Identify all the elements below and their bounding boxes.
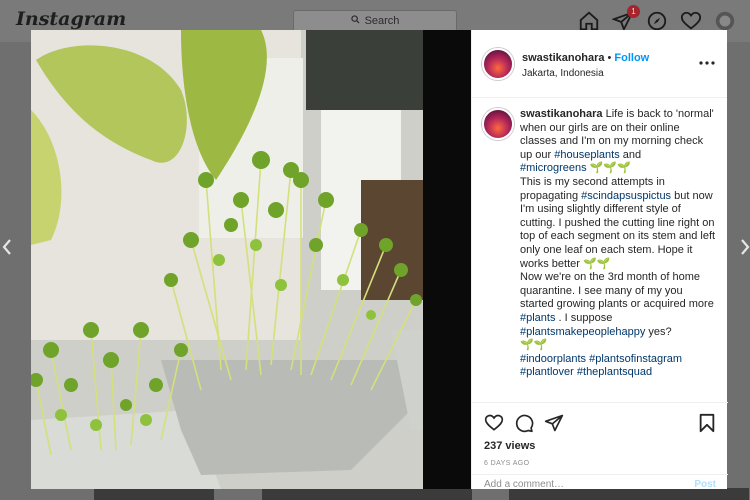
paper-plane-icon[interactable]: 1 <box>611 5 640 32</box>
post-author-info: swastikanohara • Follow Jakarta, Indonesia <box>522 48 649 79</box>
caption-text: and <box>619 148 642 161</box>
compass-icon[interactable] <box>646 10 668 32</box>
view-count[interactable]: 237 views <box>484 440 535 452</box>
hashtag-link[interactable]: #houseplants <box>554 149 619 161</box>
post-header: swastikanohara • Follow Jakarta, Indonesia <box>472 30 727 98</box>
search-input[interactable]: Search <box>293 10 457 32</box>
post-modal: swastikanohara • Follow Jakarta, Indonesia… <box>31 30 728 490</box>
feed-thumbnail <box>262 488 472 500</box>
post-comment-button[interactable]: Post <box>694 479 716 490</box>
caption-username[interactable]: swastikanohara <box>520 108 603 120</box>
avatar[interactable] <box>714 10 736 32</box>
search-placeholder: Search <box>364 15 400 27</box>
comment-bar: Add a comment… Post <box>472 474 728 490</box>
feed-thumbnail <box>94 488 214 500</box>
notification-badge: 1 <box>627 5 640 18</box>
avatar[interactable] <box>482 108 514 140</box>
comment-input[interactable]: Add a comment… <box>484 479 564 490</box>
caption-text: yes? <box>645 325 672 338</box>
instagram-logo[interactable]: Instagram <box>16 8 126 30</box>
hashtag-link[interactable]: #microgreens <box>520 162 587 174</box>
hashtag-link[interactable]: #indoorplants <box>520 353 586 365</box>
caption-text: . I suppose <box>555 311 613 324</box>
follow-button[interactable]: Follow <box>614 52 649 64</box>
search-icon <box>350 15 360 27</box>
post-actions <box>472 402 728 438</box>
paper-plane-icon[interactable] <box>544 413 564 438</box>
seedling-emoji: 🌱🌱🌱 <box>589 162 631 175</box>
post-details-panel: swastikanohara • Follow Jakarta, Indonesia… <box>471 30 728 490</box>
hashtag-link[interactable]: #scindapsuspictus <box>581 190 671 202</box>
chevron-left-icon[interactable] <box>2 238 12 262</box>
nav-icons: 1 <box>578 5 736 32</box>
hashtag-link[interactable]: #plantsofinstagram <box>589 353 682 365</box>
seedling-emoji: 🌱🌱 <box>582 257 611 270</box>
hashtag-link[interactable]: #plantsmakepeoplehappy <box>520 326 645 338</box>
hashtag-link[interactable]: #plantlover <box>520 366 574 378</box>
separator-dot: • <box>607 52 612 64</box>
hashtag-link[interactable]: #plants <box>520 312 555 324</box>
post-photo[interactable] <box>31 30 471 489</box>
comments-area[interactable]: swastikanohara Life is back to 'normal' … <box>472 98 727 400</box>
post-date[interactable]: 6 DAYS AGO <box>484 460 530 467</box>
comment-icon[interactable] <box>514 413 534 438</box>
microgreens-photo <box>31 30 471 489</box>
username-link[interactable]: swastikanohara <box>522 52 605 64</box>
location-link[interactable]: Jakarta, Indonesia <box>522 68 649 79</box>
avatar[interactable] <box>482 47 514 80</box>
post-caption: swastikanohara Life is back to 'normal' … <box>520 108 717 380</box>
more-options-icon[interactable] <box>699 52 715 70</box>
chevron-right-icon[interactable] <box>740 238 750 262</box>
hashtag-link[interactable]: #theplantsquad <box>577 366 652 378</box>
heart-icon[interactable] <box>484 413 504 438</box>
bookmark-icon[interactable] <box>698 413 716 438</box>
home-icon[interactable] <box>578 10 600 32</box>
heart-icon[interactable] <box>680 10 702 32</box>
seedling-emoji: 🌱🌱 <box>520 339 548 352</box>
caption-text: Now we're on the 3rd month of home quara… <box>520 271 714 311</box>
